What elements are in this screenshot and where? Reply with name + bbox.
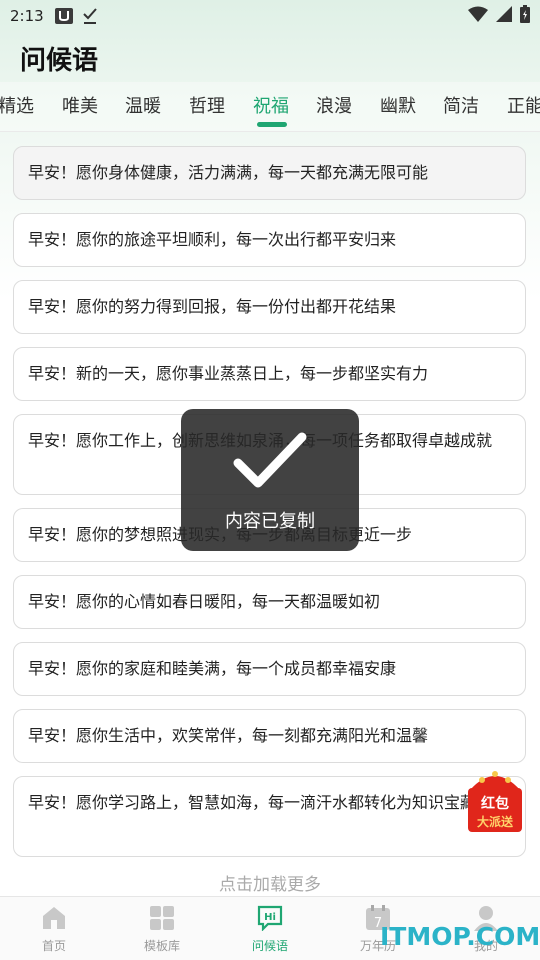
status-bar: 2:13 [0, 0, 540, 32]
toast-message: 内容已复制 [225, 511, 315, 532]
grid-icon [122, 905, 202, 935]
greeting-card[interactable]: 早安！愿你学习路上，智慧如海，每一滴汗水都转化为知识宝藏 [13, 776, 526, 857]
status-time: 2:13 [10, 7, 44, 25]
category-tabs: 精选 唯美 温暖 哲理 祝福 浪漫 幽默 简洁 正能 [0, 82, 540, 132]
tab-warm[interactable]: 温暖 [125, 92, 161, 118]
copied-toast: 内容已复制 [181, 409, 359, 551]
greeting-card[interactable]: 早安！愿你生活中，欢笑常伴，每一刻都充满阳光和温馨 [13, 709, 526, 763]
red-packet-line1: 红包 [481, 795, 509, 812]
greeting-card[interactable]: 早安！愿你的努力得到回报，每一份付出都开花结果 [13, 280, 526, 334]
signal-icon [496, 6, 512, 26]
nav-label: 模板库 [143, 939, 180, 953]
greeting-card[interactable]: 早安！愿你的家庭和睦美满，每一个成员都幸福安康 [13, 642, 526, 696]
nav-home[interactable]: 首页 [14, 905, 94, 954]
hi-bubble-icon: Hi [230, 905, 310, 935]
tab-romantic[interactable]: 浪漫 [316, 92, 352, 118]
svg-text:Hi: Hi [264, 912, 276, 923]
tab-concise[interactable]: 简洁 [443, 92, 479, 118]
greeting-card[interactable]: 早安！愿你的旅途平坦顺利，每一次出行都平安归来 [13, 213, 526, 267]
tab-beautiful[interactable]: 唯美 [62, 92, 98, 118]
nav-templates[interactable]: 模板库 [122, 905, 202, 954]
active-tab-indicator [257, 122, 287, 127]
greeting-card[interactable]: 早安！愿你的心情如春日暖阳，每一天都温暖如初 [13, 575, 526, 629]
greeting-card[interactable]: 早安！愿你身体健康，活力满满，每一天都充满无限可能 [13, 146, 526, 200]
red-packet-promo[interactable]: 红包 大派送 [466, 768, 524, 832]
checkmark-icon [232, 431, 308, 495]
page-title: 问候语 [20, 46, 99, 76]
tab-blessing[interactable]: 祝福 [253, 92, 289, 118]
battery-icon [520, 5, 530, 27]
tab-humor[interactable]: 幽默 [380, 92, 416, 118]
red-packet-line2: 大派送 [477, 814, 514, 829]
nav-greetings[interactable]: Hi 问候语 [230, 905, 310, 954]
home-icon [14, 905, 94, 935]
tab-featured[interactable]: 精选 [0, 92, 34, 118]
greeting-card[interactable]: 早安！新的一天，愿你事业蒸蒸日上，每一步都坚实有力 [13, 347, 526, 401]
tab-philosophy[interactable]: 哲理 [189, 92, 225, 118]
app-notification-icon [54, 7, 74, 25]
watermark: ITMOP.COM [380, 922, 540, 951]
tab-positive[interactable]: 正能 [507, 92, 540, 118]
nav-label: 首页 [41, 939, 66, 953]
download-done-icon [82, 7, 98, 25]
nav-label: 问候语 [251, 939, 288, 953]
wifi-icon [468, 6, 488, 26]
load-more-link[interactable]: 点击加载更多 [0, 870, 540, 895]
